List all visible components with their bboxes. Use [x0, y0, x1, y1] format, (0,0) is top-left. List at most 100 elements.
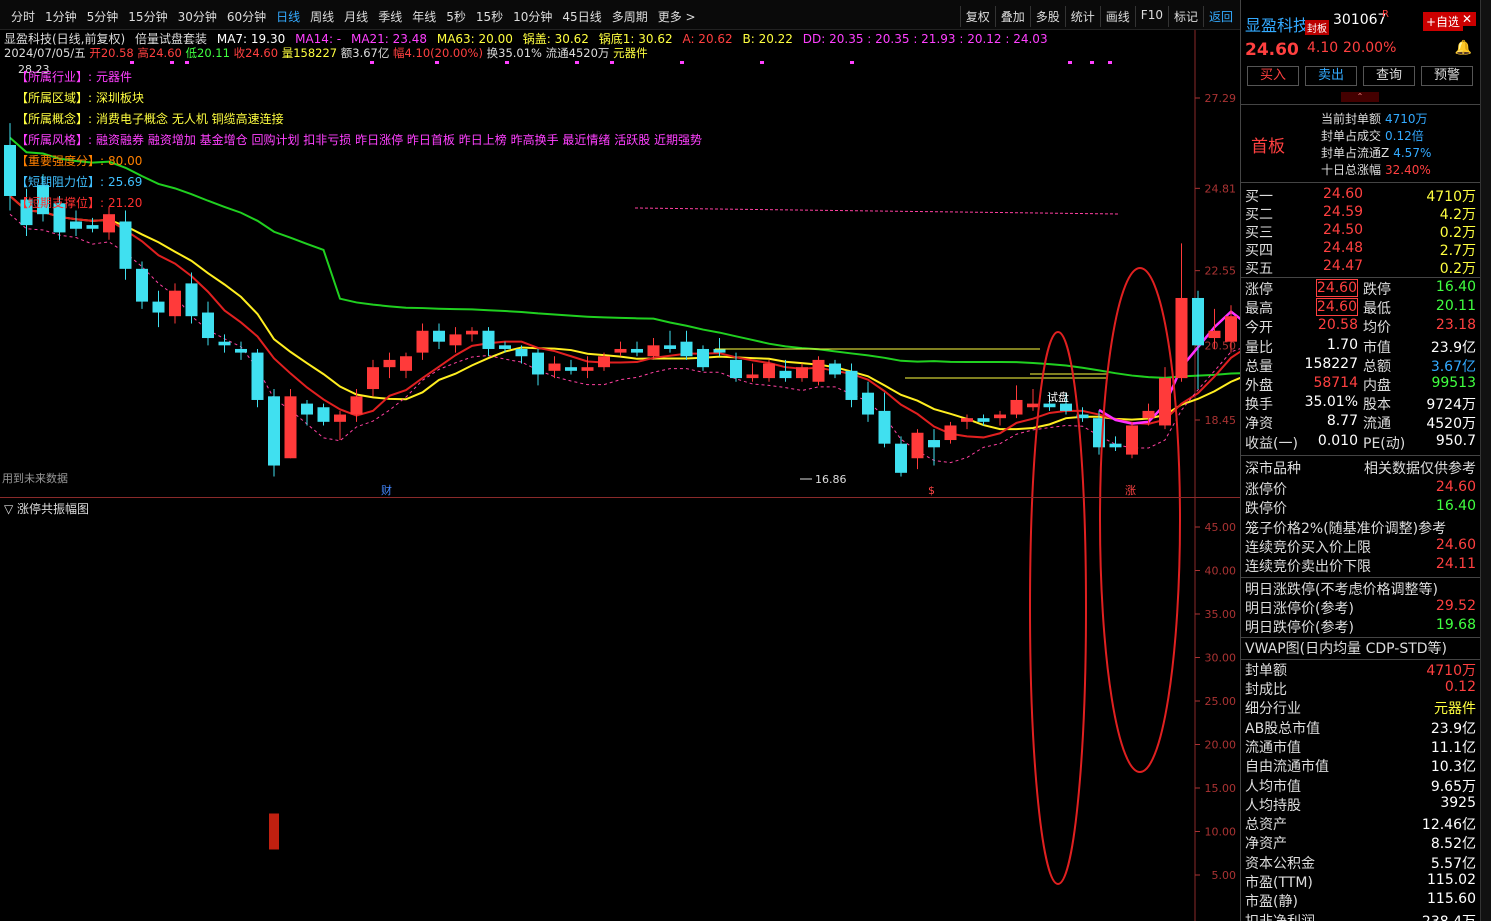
bid-label: 买三: [1245, 225, 1273, 241]
annotation-row: 【所属概念】: 消费电子概念 无人机 铜缆高速连接: [16, 110, 284, 127]
r-tag: R: [1382, 9, 1389, 20]
trade-button[interactable]: 查询: [1363, 66, 1415, 86]
candle-body: [499, 345, 511, 349]
trade-button[interactable]: 预警: [1421, 66, 1473, 86]
stat-value: 20.11: [1435, 298, 1476, 315]
stat-label: 股本: [1363, 397, 1391, 414]
sub-tick-label: 45.00: [1205, 521, 1237, 534]
trade-button[interactable]: 买入: [1247, 66, 1299, 86]
annotation-value: 消费电子概念 无人机 铜缆高速连接: [96, 112, 284, 126]
info-value: 4710万: [1426, 662, 1476, 679]
annotation-row: 【重要强度分】: 80.00: [16, 152, 142, 169]
candle-body: [515, 348, 528, 357]
panel-divider: [1241, 576, 1480, 578]
info-row: 细分行业 元器件: [1245, 698, 1476, 717]
candle-body: [1159, 378, 1171, 426]
candle-body: [119, 221, 132, 269]
stat-value: 24.60: [1315, 279, 1358, 297]
signal-dot: [680, 61, 684, 64]
info-row: 人均市值 9.65万: [1245, 776, 1476, 795]
candle-body: [1142, 410, 1155, 419]
stat-row: 总量 158227 总额 3.67亿: [1245, 356, 1476, 375]
candle-body: [268, 396, 280, 466]
info-value: 24.60: [1435, 536, 1476, 553]
trade-button[interactable]: 卖出: [1305, 66, 1357, 86]
candle-body: [1043, 403, 1056, 408]
info-value: 29.52: [1435, 597, 1476, 614]
bell-icon[interactable]: 🔔: [1455, 40, 1472, 56]
candle-body: [961, 418, 973, 422]
bid-volume: 2.7万: [1439, 243, 1476, 259]
candle-body: [185, 283, 198, 317]
info-label: 市盈(静): [1245, 894, 1298, 911]
candle-body: [713, 348, 726, 353]
low-price-label: 16.86: [815, 473, 847, 486]
seal-info-label: 当前封单额: [1321, 112, 1382, 126]
close-icon[interactable]: ✕: [1457, 12, 1476, 26]
candle-body: [482, 330, 495, 349]
stat-row: 涨停 24.60 跌停 16.40: [1245, 279, 1476, 298]
info-label: 净资产: [1245, 836, 1287, 853]
info-row: 明日涨停价(参考) 29.52: [1245, 598, 1476, 617]
stock-name: 显盈科技: [1245, 16, 1310, 35]
collapse-icon[interactable]: ⌃: [1341, 92, 1379, 102]
candle-body: [1109, 443, 1122, 448]
market-label: 深市品种: [1245, 461, 1301, 477]
annotation-label: 【短期支撑位】:: [16, 196, 105, 210]
stat-label: 跌停: [1363, 282, 1391, 298]
sub-tick-label: 20.00: [1205, 739, 1237, 752]
bid-price: 24.60: [1323, 186, 1364, 202]
bid-label: 买四: [1245, 243, 1273, 259]
candle-body: [86, 225, 99, 229]
info-row: 连续竞价买入价上限 24.60: [1245, 537, 1476, 556]
candle-body: [1060, 403, 1072, 411]
side-strip[interactable]: [1480, 0, 1491, 921]
stat-label: 换手: [1245, 397, 1273, 414]
stat-value: 58714: [1313, 375, 1358, 391]
stat-row: 今开 20.58 均价 23.18: [1245, 317, 1476, 336]
info-row: 封单额 4710万: [1245, 660, 1476, 679]
price-tick-label: 27.29: [1205, 92, 1237, 105]
candle-body: [829, 363, 841, 375]
candle-body: [152, 301, 165, 313]
candle-body: [746, 374, 759, 379]
info-value: 11.1亿: [1430, 739, 1476, 756]
candle-body: [334, 414, 346, 422]
annotation-row: 【短期支撑位】: 21.20: [16, 194, 142, 211]
candle-body: [911, 432, 924, 459]
vwap-title[interactable]: VWAP图(日内均量 CDP-STD等): [1245, 638, 1476, 657]
pane-divider[interactable]: [0, 497, 1240, 498]
sub-tick-label: 40.00: [1205, 565, 1237, 578]
info-label: AB股总市值: [1245, 720, 1321, 737]
info-label: 明日涨停价(参考): [1245, 600, 1354, 617]
signal-dot: [130, 61, 134, 64]
candle-body: [136, 268, 148, 302]
price-tick-label: 24.81: [1205, 182, 1237, 195]
info-label: 细分行业: [1245, 701, 1301, 718]
info-row: 明日跌停价(参考) 19.68: [1245, 617, 1476, 636]
sub-pane-title[interactable]: ▽ 涨停共振幅图: [4, 500, 89, 517]
bid-price: 24.48: [1323, 240, 1364, 256]
annotation-label: 【所属概念】:: [16, 112, 93, 126]
candle-body: [878, 410, 891, 444]
info-label: 资本公积金: [1245, 855, 1315, 872]
candle-body: [862, 392, 874, 415]
candle-body: [1192, 297, 1204, 346]
stat-value: 23.18: [1435, 317, 1476, 334]
annotation-label: 【重要强度分】:: [16, 154, 105, 168]
stat-value: 23.9亿: [1430, 339, 1476, 356]
seal-info-value: 32.40%: [1385, 163, 1431, 177]
bid-label: 买二: [1245, 207, 1273, 223]
candle-body: [994, 414, 1006, 419]
candle-body: [4, 144, 16, 196]
candle-body: [581, 367, 594, 371]
info-row: 扣非净利润 238.4万: [1245, 911, 1476, 921]
info-value: 9.65万: [1430, 778, 1476, 795]
candle-body: [383, 359, 396, 368]
stat-label: 总量: [1245, 358, 1273, 375]
candle-body: [350, 396, 363, 415]
price-tick-label: 22.55: [1205, 265, 1237, 278]
signal-dot: [370, 61, 374, 64]
info-row: 自由流通市值 10.3亿: [1245, 756, 1476, 775]
seal-info-value: 4710万: [1385, 112, 1428, 126]
